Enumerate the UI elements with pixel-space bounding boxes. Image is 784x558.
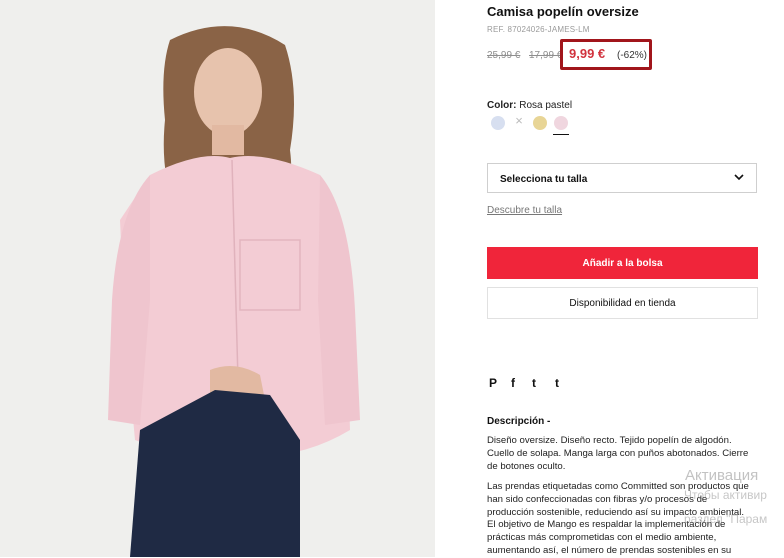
color-label: Color: Rosa pastel [487, 100, 572, 111]
pinterest-icon[interactable]: P [489, 376, 497, 390]
sale-price: 9,99 € [569, 46, 606, 61]
store-availability-button[interactable]: Disponibilidad en tienda [487, 287, 758, 319]
product-title: Camisa popelín oversize [487, 4, 639, 19]
color-swatch-light-blue[interactable] [491, 116, 505, 130]
color-swatch-unavailable[interactable]: × [512, 114, 526, 128]
discount-percentage: (-62%) [617, 50, 648, 61]
color-swatch-yellow[interactable] [533, 116, 547, 130]
model-wearing-pink-shirt-image [0, 0, 435, 557]
previous-price: 17,99 € [529, 50, 563, 61]
chevron-down-icon [734, 174, 744, 181]
original-price: 25,99 € [487, 50, 521, 61]
description-paragraph-2: Las prendas etiquetadas como Committed s… [487, 481, 749, 556]
color-value: Rosa pastel [519, 100, 573, 111]
tumblr-icon[interactable]: t [555, 376, 559, 390]
size-select-label: Selecciona tu talla [500, 174, 588, 185]
description-title: Descripción - [487, 416, 551, 427]
twitter-icon[interactable]: t [532, 376, 536, 390]
color-swatch-pink[interactable] [554, 116, 568, 130]
selected-swatch-indicator [553, 134, 569, 135]
size-guide-link[interactable]: Descubre tu talla [487, 205, 562, 216]
description-paragraph-1: Diseño oversize. Diseño recto. Tejido po… [487, 435, 749, 472]
product-details-panel: Camisa popelín oversize REF. 87024026-JA… [487, 0, 784, 557]
add-to-bag-button[interactable]: Añadir a la bolsa [487, 247, 758, 279]
size-select-dropdown[interactable]: Selecciona tu talla [487, 163, 757, 193]
product-photo[interactable] [0, 0, 435, 557]
facebook-icon[interactable]: f [511, 376, 515, 390]
product-reference: REF. 87024026-JAMES-LM [487, 25, 590, 34]
color-label-title: Color: [487, 100, 517, 111]
